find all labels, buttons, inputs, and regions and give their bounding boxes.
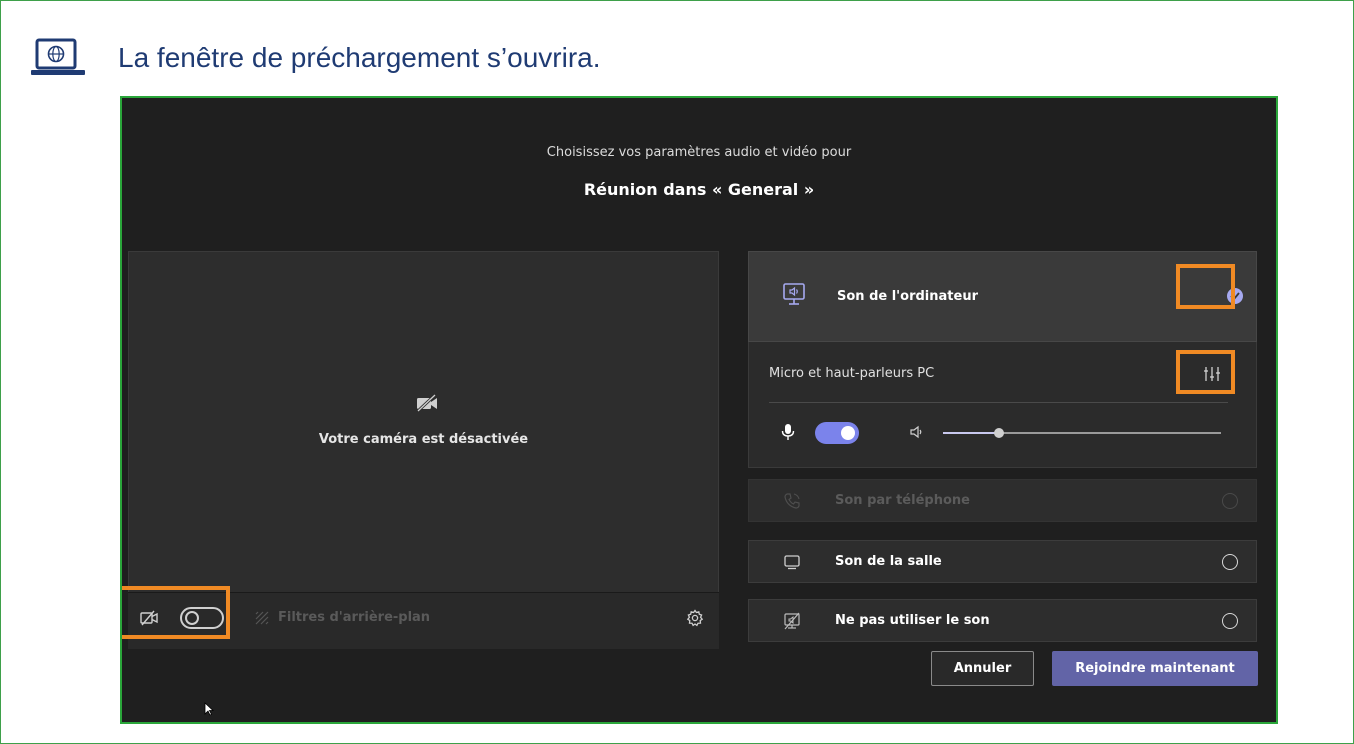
background-filters-label[interactable]: Filtres d'arrière-plan xyxy=(278,610,430,625)
room-audio-radio[interactable] xyxy=(1222,554,1238,570)
camera-toggle-highlight xyxy=(122,586,230,639)
computer-audio-label: Son de l'ordinateur xyxy=(837,289,978,304)
microphone-icon xyxy=(781,424,795,440)
slider-thumb[interactable] xyxy=(993,428,1004,438)
computer-audio-icon xyxy=(783,283,805,305)
cancel-button[interactable]: Annuler xyxy=(931,651,1034,686)
laptop-globe-icon xyxy=(31,38,85,75)
audio-settings-highlight xyxy=(1176,350,1235,394)
speaker-icon xyxy=(910,425,922,439)
device-settings-gear-icon[interactable] xyxy=(686,609,704,627)
no-audio-label: Ne pas utiliser le son xyxy=(835,613,990,628)
room-audio-option[interactable]: Son de la salle xyxy=(748,540,1257,583)
camera-off-text: Votre caméra est désactivée xyxy=(318,432,529,447)
phone-audio-radio[interactable] xyxy=(1222,493,1238,509)
microphone-toggle[interactable] xyxy=(815,422,859,444)
selected-check-highlight xyxy=(1176,264,1235,309)
join-now-button[interactable]: Rejoindre maintenant xyxy=(1052,651,1258,686)
phone-audio-label: Son par téléphone xyxy=(835,493,970,508)
camera-off-icon xyxy=(416,394,437,412)
instruction-text: La fenêtre de préchargement s’ouvrira. xyxy=(118,42,601,73)
mouse-cursor-icon xyxy=(204,702,214,716)
background-filters-icon xyxy=(255,611,269,625)
toggle-knob xyxy=(841,426,855,440)
room-audio-label: Son de la salle xyxy=(835,554,942,569)
slider-fill xyxy=(943,432,999,434)
meeting-title: Réunion dans « General » xyxy=(583,180,815,199)
audio-device-label: Micro et haut-parleurs PC xyxy=(769,366,935,381)
speaker-volume-slider[interactable] xyxy=(943,428,1221,438)
phone-icon xyxy=(784,493,800,509)
no-audio-radio[interactable] xyxy=(1222,613,1238,629)
no-audio-option[interactable]: Ne pas utiliser le son xyxy=(748,599,1257,642)
dialog-subtitle: Choisissez vos paramètres audio et vidéo… xyxy=(546,145,852,160)
no-audio-icon xyxy=(784,612,800,630)
settings-divider xyxy=(769,402,1228,403)
room-audio-icon xyxy=(784,555,800,570)
teams-prejoin-screen: Choisissez vos paramètres audio et vidéo… xyxy=(120,96,1278,724)
phone-audio-option[interactable]: Son par téléphone xyxy=(748,479,1257,522)
